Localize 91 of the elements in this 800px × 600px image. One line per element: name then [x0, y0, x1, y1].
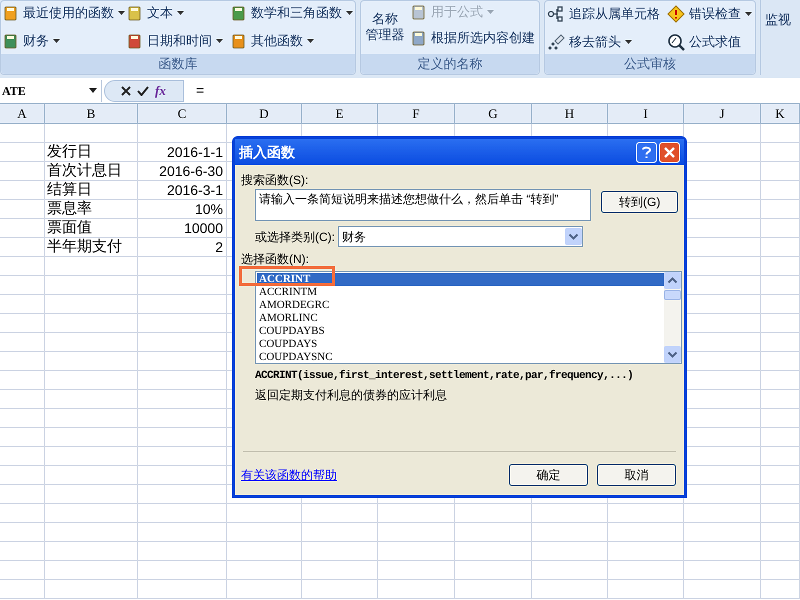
scrollbar[interactable] [664, 272, 681, 363]
name-box[interactable]: ATE [0, 80, 102, 102]
ribbon-button[interactable]: 错误检查 [665, 3, 754, 25]
scroll-down-button[interactable] [664, 346, 681, 363]
ok-button[interactable]: 确定 [509, 464, 588, 486]
book-icon [411, 4, 427, 20]
function-list-label: 选择函数(N): [241, 251, 310, 265]
cancel-button[interactable]: 取消 [597, 464, 676, 486]
group-label: 定义的名称 [361, 54, 539, 74]
function-item[interactable]: AMORLINC [257, 312, 664, 325]
ribbon-button[interactable]: 财务 [1, 30, 62, 52]
cell-label: 票面值 [46, 219, 92, 237]
cell-label: 结算日 [46, 181, 92, 199]
connector-icon [547, 5, 565, 23]
cell-value: 10% [194, 200, 224, 218]
ribbon-button[interactable]: 公式求值 [665, 30, 743, 52]
caret-icon [307, 39, 314, 43]
column-header[interactable]: J [684, 104, 761, 123]
scroll-up-button[interactable] [664, 272, 681, 289]
cell-value: 2016-6-30 [159, 162, 224, 180]
function-item[interactable]: ACCRINTM [257, 286, 664, 299]
book-icon [411, 30, 427, 46]
group-label: 公式审核 [545, 54, 755, 74]
book-icon [127, 5, 143, 21]
book-icon [231, 5, 247, 21]
column-header[interactable]: C [138, 104, 227, 123]
ribbon-button[interactable]: 最近使用的函数 [1, 2, 127, 24]
ribbon-button[interactable]: 追踪从属单元格 [545, 3, 662, 25]
category-select[interactable]: 财务 [338, 226, 583, 247]
caret-icon [53, 39, 60, 43]
caret-icon [745, 12, 752, 16]
caret-icon [487, 10, 494, 14]
caret-icon [177, 11, 184, 15]
cell-label: 半年期支付 [46, 238, 122, 256]
column-header[interactable]: B [45, 104, 138, 123]
watch-window-button[interactable]: 监视 [761, 10, 800, 30]
column-header[interactable]: F [378, 104, 455, 123]
caret-icon [216, 39, 223, 43]
function-item[interactable]: COUPDAYSNC [257, 351, 664, 364]
function-item[interactable]: COUPDAYBS [257, 325, 664, 338]
cell-value: 10000 [184, 219, 224, 237]
search-label: 搜索函数(S): [241, 172, 310, 186]
column-header[interactable]: D [227, 104, 302, 123]
column-header[interactable]: E [302, 104, 378, 123]
caret-icon [625, 40, 632, 44]
search-field[interactable]: 请输入一条简短说明来描述您想做什么，然后单击 “转到” [255, 189, 592, 221]
name-manager-button[interactable]: 名称 管理器 [361, 1, 409, 43]
ribbon-button[interactable]: 移去箭头 [545, 30, 634, 52]
caret-icon [118, 11, 125, 15]
function-description: 返回定期支付利息的债券的应计利息 [255, 386, 448, 404]
ribbon-button[interactable]: 其他函数 [229, 30, 316, 52]
column-header[interactable]: K [761, 104, 800, 123]
magnifier-icon [667, 32, 685, 50]
function-item[interactable]: AMORDEGRC [257, 299, 664, 312]
close-icon[interactable] [121, 86, 131, 96]
insert-function-button[interactable]: fx [155, 80, 166, 100]
cell-value: 2 [215, 238, 224, 256]
column-header[interactable]: H [532, 104, 608, 123]
warning-icon [667, 5, 685, 23]
function-item[interactable]: COUPDAYS [257, 338, 664, 351]
column-header[interactable]: I [608, 104, 684, 123]
function-signature: ACCRINT(issue,first_interest,settlement,rate,par,frequency,...) [255, 368, 634, 384]
cell-value: 2016-1-1 [166, 143, 224, 161]
category-label: 或选择类别(C): [255, 228, 335, 246]
group-label: 函数库 [1, 54, 355, 74]
check-icon[interactable] [137, 86, 149, 96]
dialog-title: 插入函数 [239, 142, 295, 162]
caret-icon [89, 88, 97, 93]
ribbon-button[interactable]: 日期和时间 [125, 30, 225, 52]
function-item[interactable]: ACCRINT [257, 273, 664, 286]
book-icon [127, 33, 143, 49]
scrollbar-thumb[interactable] [664, 290, 681, 300]
formula-text: = [196, 81, 204, 100]
book-icon [3, 33, 19, 49]
book-icon [231, 33, 247, 49]
cell-label: 发行日 [46, 143, 92, 161]
book-icon [3, 5, 19, 21]
column-header[interactable]: A [0, 104, 45, 123]
cell-value: 2016-3-1 [166, 181, 224, 199]
caret-icon [346, 11, 353, 15]
function-list[interactable]: ACCRINT ACCRINTM AMORDEGRC AMORLINC COUPDAYBS COUPDAYS COUPDAYSNC [255, 271, 682, 364]
help-icon[interactable] [636, 142, 657, 162]
ribbon-button[interactable]: 数学和三角函数 [229, 2, 355, 24]
cell-label: 票息率 [46, 200, 92, 218]
ribbon-button[interactable]: 文本 [125, 2, 186, 24]
eraser-icon [547, 32, 565, 50]
column-header[interactable]: G [455, 104, 532, 123]
help-link[interactable]: 有关该函数的帮助 [241, 466, 337, 484]
ribbon-button[interactable]: 根据所选内容创建 [409, 27, 537, 49]
go-button[interactable]: 转到(G) [601, 191, 678, 213]
cell-label: 首次计息日 [46, 162, 122, 180]
